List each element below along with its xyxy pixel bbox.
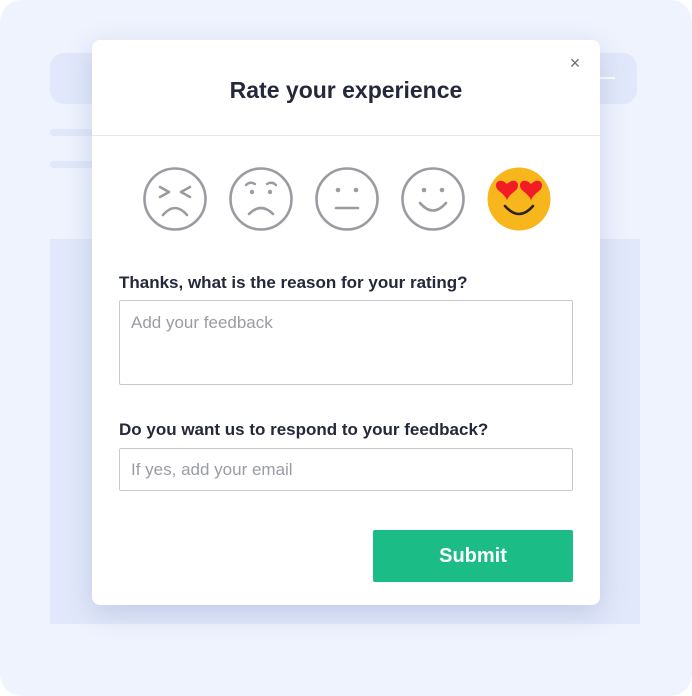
reason-question-label: Thanks, what is the reason for your rati…: [119, 273, 468, 292]
close-icon[interactable]: ×: [564, 52, 586, 74]
email-field[interactable]: [119, 448, 573, 491]
feedback-textarea[interactable]: [119, 300, 573, 385]
submit-button[interactable]: Submit: [373, 530, 573, 582]
neutral-face-icon[interactable]: [314, 166, 380, 232]
sad-face-icon[interactable]: [228, 166, 294, 232]
happy-face-icon[interactable]: [400, 166, 466, 232]
modal-title: Rate your experience: [229, 77, 463, 103]
feedback-modal: Rate your experience × Thanks, what is t…: [92, 40, 600, 605]
heart-eyes-face-icon[interactable]: [486, 166, 552, 232]
respond-question-label: Do you want us to respond to your feedba…: [119, 420, 489, 439]
modal-header: Rate your experience ×: [92, 40, 600, 136]
angry-face-icon[interactable]: [142, 166, 208, 232]
rating-faces: [142, 166, 552, 232]
